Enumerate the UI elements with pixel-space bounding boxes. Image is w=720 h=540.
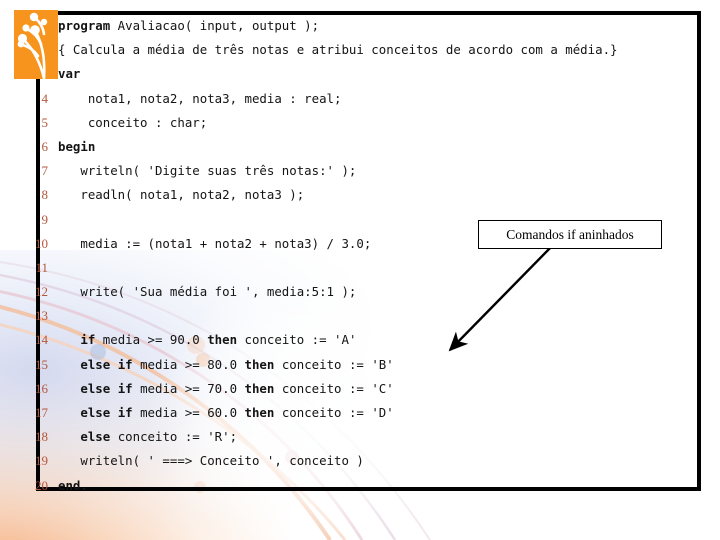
- code-line: 13: [22, 304, 712, 328]
- decorative-vine-block-icon: [14, 10, 58, 79]
- line-number: 18: [35, 429, 48, 445]
- callout-label: Comandos if aninhados: [506, 226, 634, 242]
- line-number: 19: [35, 453, 48, 469]
- code-line: 18 else conceito := 'R';: [22, 425, 712, 449]
- code-text: else if media >= 70.0 then conceito := '…: [80, 380, 394, 396]
- code-text: conceito : char;: [58, 114, 208, 130]
- code-line: 6 begin: [22, 135, 712, 159]
- code-text: media := (nota1 + nota2 + nota3) / 3.0;: [58, 235, 372, 251]
- line-number: 20: [35, 477, 48, 493]
- slide-canvas: 1program Avaliacao( input, output );2{ C…: [0, 0, 720, 540]
- code-text: end.: [58, 477, 88, 493]
- line-number: 9: [41, 211, 49, 227]
- line-number: 4: [41, 90, 49, 106]
- line-number: 13: [35, 308, 48, 324]
- code-text: program Avaliacao( input, output );: [58, 18, 320, 33]
- line-number: 7: [41, 163, 49, 179]
- callout-arrow-icon: [448, 243, 555, 352]
- code-line: 4 nota1, nota2, nota3, media : real;: [22, 87, 712, 111]
- code-line: 16 else if media >= 70.0 then conceito :…: [22, 377, 712, 401]
- line-number: 14: [35, 332, 48, 348]
- line-number: 17: [35, 405, 48, 420]
- code-line: 15 else if media >= 80.0 then conceito :…: [22, 353, 712, 377]
- line-number: 15: [35, 356, 48, 372]
- code-line: 19 writeln( ' ===> Conceito ', conceito …: [22, 449, 712, 473]
- code-line: 12 write( 'Sua média foi ', media:5:1 );: [22, 280, 712, 304]
- code-text: begin: [58, 138, 96, 154]
- code-line: 5 conceito : char;: [22, 111, 712, 135]
- code-text: writeln( 'Digite suas três notas:' );: [58, 163, 357, 179]
- line-number: 10: [35, 235, 48, 251]
- code-line: 20 end.: [22, 474, 712, 498]
- code-line: 14 if media >= 90.0 then conceito := 'A': [22, 328, 712, 352]
- code-text: var: [58, 66, 81, 82]
- line-number: 12: [35, 284, 48, 300]
- code-text: else if media >= 60.0 then conceito := '…: [80, 405, 394, 420]
- code-text: writeln( ' ===> Conceito ', conceito ): [58, 453, 364, 469]
- callout-box: Comandos if aninhados: [478, 220, 662, 249]
- code-text: write( 'Sua média foi ', media:5:1 );: [58, 284, 357, 300]
- code-text: else conceito := 'R';: [80, 429, 238, 445]
- code-line: 7 writeln( 'Digite suas três notas:' );: [22, 159, 712, 183]
- code-line: 17 else if media >= 60.0 then conceito :…: [22, 401, 712, 425]
- code-line: 11: [22, 256, 712, 280]
- line-number: 6: [41, 138, 49, 154]
- code-line: 2{ Calcula a média de três notas e atrib…: [22, 38, 712, 62]
- code-text: { Calcula a média de três notas e atribu…: [58, 42, 618, 58]
- code-text: readln( nota1, nota2, nota3 );: [58, 187, 305, 203]
- code-text: if media >= 90.0 then conceito := 'A': [80, 332, 357, 348]
- line-number: 5: [41, 114, 49, 130]
- code-text: else if media >= 80.0 then conceito := '…: [80, 356, 394, 372]
- line-number: 16: [35, 380, 48, 396]
- code-listing: 1program Avaliacao( input, output );2{ C…: [22, 14, 712, 498]
- code-line: 1program Avaliacao( input, output );: [22, 14, 712, 38]
- code-line: 8 readln( nota1, nota2, nota3 );: [22, 183, 712, 207]
- line-number: 8: [41, 187, 49, 203]
- code-text: nota1, nota2, nota3, media : real;: [58, 90, 342, 106]
- line-number: 11: [35, 259, 48, 275]
- code-line: 3var: [22, 62, 712, 86]
